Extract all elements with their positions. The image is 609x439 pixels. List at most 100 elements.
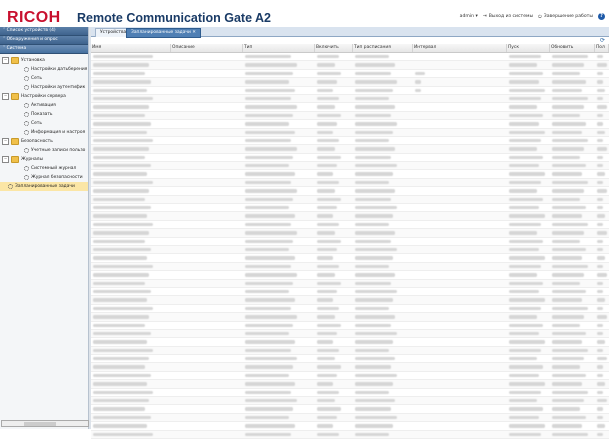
table-row[interactable] xyxy=(91,103,609,112)
table-row[interactable] xyxy=(91,170,609,179)
table-cell xyxy=(93,390,153,395)
table-row[interactable] xyxy=(91,271,609,280)
table-row[interactable] xyxy=(91,87,609,95)
tree-item-info-settings[interactable]: Информация и настроя xyxy=(0,128,88,137)
table-row[interactable] xyxy=(91,405,609,414)
table-row[interactable] xyxy=(91,380,609,389)
collapse-icon[interactable]: − xyxy=(2,57,9,64)
table-cell xyxy=(93,96,153,101)
table-row[interactable] xyxy=(91,145,609,154)
table-cell xyxy=(597,331,603,336)
table-row[interactable] xyxy=(91,221,609,230)
tree-node-setup[interactable]: − Установка xyxy=(0,56,88,65)
shutdown-label: Завершение работы xyxy=(543,14,593,19)
tree-node-server-settings[interactable]: − Настройки сервера xyxy=(0,92,88,101)
table-row[interactable] xyxy=(91,120,609,129)
col-header-interval[interactable]: Интервал xyxy=(413,44,507,52)
table-cell xyxy=(552,147,584,151)
col-header-type[interactable]: Тип xyxy=(243,44,315,52)
table-row[interactable] xyxy=(91,389,609,398)
table-row[interactable] xyxy=(91,305,609,314)
col-header-enabled[interactable]: Включить xyxy=(315,44,353,52)
collapse-icon[interactable]: − xyxy=(2,93,9,100)
table-row[interactable] xyxy=(91,338,609,347)
table-row[interactable] xyxy=(91,94,609,104)
table-row[interactable] xyxy=(91,128,609,137)
table-cell xyxy=(317,432,339,436)
tree-item-scheduled-tasks[interactable]: Запланированные задачи xyxy=(0,182,88,191)
table-row[interactable] xyxy=(91,162,609,171)
table-row[interactable] xyxy=(91,61,609,70)
table-cell xyxy=(509,298,545,302)
table-row[interactable] xyxy=(91,262,609,272)
table-row[interactable] xyxy=(91,178,609,188)
table-row[interactable] xyxy=(91,279,609,288)
table-row[interactable] xyxy=(91,430,609,439)
table-cell xyxy=(355,348,389,353)
table-cell xyxy=(597,130,605,134)
table-row[interactable] xyxy=(91,313,609,322)
tree-item-server-network[interactable]: Сеть xyxy=(0,119,88,128)
table-row[interactable] xyxy=(91,413,609,423)
accordion-discovery[interactable]: ˄ Обнаружения и опрос xyxy=(0,36,88,45)
collapse-icon[interactable]: − xyxy=(2,138,9,145)
table-row[interactable] xyxy=(91,397,609,406)
table-row[interactable] xyxy=(91,363,609,372)
table-row[interactable] xyxy=(91,229,609,238)
table-row[interactable] xyxy=(91,245,609,255)
table-cell xyxy=(317,264,339,269)
col-header-update[interactable]: Обновить xyxy=(550,44,595,52)
table-row[interactable] xyxy=(91,238,609,246)
table-row[interactable] xyxy=(91,212,609,221)
tree-item-security-log[interactable]: Журнал безопасности xyxy=(0,173,88,182)
col-header-description[interactable]: Описание xyxy=(171,44,243,52)
scrollbar-thumb[interactable] xyxy=(24,421,56,426)
help-icon[interactable]: ? xyxy=(598,13,605,20)
shutdown-link[interactable]: ⏻ Завершение работы xyxy=(538,14,593,20)
table-row[interactable] xyxy=(91,70,609,79)
table-cell xyxy=(355,214,393,218)
accordion-device-list[interactable]: ˄ Список устройств (4) xyxy=(0,27,88,36)
tree-item-user-accounts[interactable]: Учетные записи пользо xyxy=(0,146,88,155)
table-row[interactable] xyxy=(91,322,609,330)
tree-item-activation[interactable]: Активация xyxy=(0,101,88,110)
table-row[interactable] xyxy=(91,53,609,62)
table-row[interactable] xyxy=(91,137,609,146)
tree-node-logs[interactable]: − Журналы xyxy=(0,155,88,164)
col-header-schedule-type[interactable]: Тип расписания xyxy=(353,44,413,52)
table-row[interactable] xyxy=(91,187,609,196)
tree-item-system-log[interactable]: Системный журнал xyxy=(0,164,88,173)
table-row[interactable] xyxy=(91,422,609,431)
table-row[interactable] xyxy=(91,288,609,297)
col-header-extra[interactable]: Пол xyxy=(595,44,609,52)
tree-item-date-settings[interactable]: Настройки датьберения xyxy=(0,65,88,74)
table-row[interactable] xyxy=(91,296,609,305)
table-row[interactable] xyxy=(91,78,609,87)
user-menu[interactable]: admin ▾ xyxy=(460,14,478,19)
collapse-icon[interactable]: − xyxy=(2,156,9,163)
tree-node-security[interactable]: − Безопасность xyxy=(0,137,88,146)
table-cell xyxy=(509,147,537,151)
logout-link[interactable]: ⇥ Выход из системы xyxy=(483,14,533,19)
table-cell xyxy=(317,147,335,151)
tree-item-network[interactable]: Сеть xyxy=(0,74,88,83)
table-row[interactable] xyxy=(91,254,609,263)
table-row[interactable] xyxy=(91,204,609,213)
table-row[interactable] xyxy=(91,154,609,163)
col-header-name[interactable]: Имя xyxy=(91,44,171,52)
col-header-start[interactable]: Пуск xyxy=(507,44,550,52)
table-cell xyxy=(552,180,588,185)
tree-item-auth-settings[interactable]: Настройки аутентифик xyxy=(0,83,88,92)
table-cell xyxy=(317,390,339,395)
table-row[interactable] xyxy=(91,355,609,364)
sidebar-scrollbar[interactable] xyxy=(1,420,89,427)
table-row[interactable] xyxy=(91,195,609,205)
table-row[interactable] xyxy=(91,346,609,356)
table-row[interactable] xyxy=(91,329,609,339)
table-cell xyxy=(597,88,605,92)
table-row[interactable] xyxy=(91,111,609,121)
tree-item-display[interactable]: Показать xyxy=(0,110,88,119)
table-row[interactable] xyxy=(91,372,609,381)
table-cell xyxy=(245,432,291,436)
accordion-system[interactable]: ˅ Система xyxy=(0,45,88,54)
